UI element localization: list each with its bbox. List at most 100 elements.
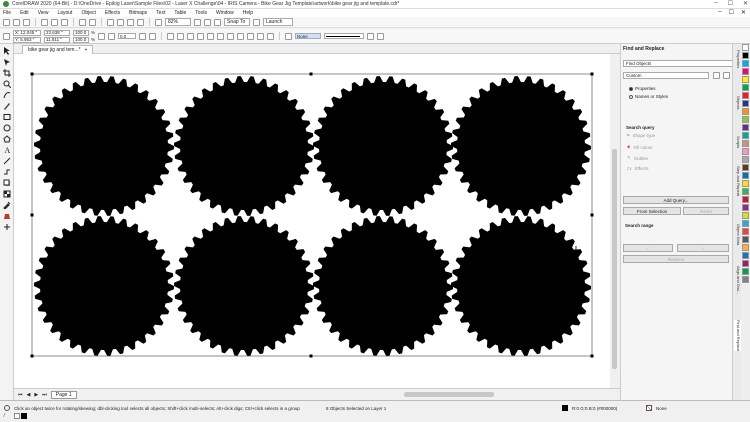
export-icon[interactable] — [127, 18, 134, 26]
gear-shape[interactable] — [313, 76, 453, 216]
align-distribute-icon[interactable] — [267, 32, 275, 40]
open-icon[interactable] — [13, 18, 20, 26]
menu-text[interactable]: Text — [156, 10, 165, 16]
ungroup-icon[interactable] — [177, 32, 185, 40]
back-minus-front-icon[interactable] — [247, 32, 255, 40]
mirror-horizontal-icon[interactable] — [139, 32, 147, 40]
color-swatch[interactable] — [742, 276, 749, 283]
snap-to-menu[interactable]: Snap To — [224, 18, 250, 26]
horizontal-scroll-thumb[interactable] — [404, 392, 494, 397]
query-item-shape[interactable]: ⌗ Shape type — [627, 133, 655, 138]
menu-table[interactable]: Table — [174, 10, 186, 16]
group-icon[interactable] — [167, 32, 175, 40]
selection-handle[interactable] — [30, 213, 34, 217]
color-swatch[interactable] — [742, 164, 749, 171]
color-swatch[interactable] — [742, 68, 749, 75]
find-mode-dropdown[interactable]: Find Objects — [623, 60, 733, 67]
show-rulers-icon[interactable] — [194, 18, 201, 26]
first-page-icon[interactable]: ⏮ — [18, 392, 23, 398]
color-swatch[interactable] — [742, 268, 749, 275]
crop-tool-icon[interactable] — [2, 69, 11, 77]
document-palette-black[interactable] — [21, 413, 27, 419]
color-swatch[interactable] — [742, 172, 749, 179]
color-swatch[interactable] — [742, 100, 749, 107]
search-content-icon[interactable] — [107, 18, 114, 26]
cut-icon[interactable] — [41, 18, 48, 26]
color-swatch[interactable] — [742, 236, 749, 243]
smart-fill-icon[interactable] — [3, 223, 11, 231]
drop-shadow-icon[interactable] — [3, 179, 11, 187]
side-tab-properties[interactable]: Properties — [734, 50, 741, 68]
ungroup-all-icon[interactable] — [187, 32, 195, 40]
artistic-media-icon[interactable] — [3, 102, 11, 110]
new-document-icon[interactable] — [3, 18, 10, 26]
color-swatch[interactable] — [742, 132, 749, 139]
menu-object[interactable]: Object — [81, 10, 95, 16]
x-position-field[interactable]: X: 12.045 " — [13, 29, 41, 36]
menu-help[interactable]: Help — [243, 10, 253, 16]
menu-view[interactable]: View — [38, 10, 49, 16]
gear-shape[interactable] — [34, 216, 174, 356]
vertical-scroll-thumb[interactable] — [612, 149, 617, 369]
gear-shape[interactable] — [313, 216, 453, 356]
eyedropper-icon[interactable]: ⁄ — [4, 413, 10, 419]
menu-bitmaps[interactable]: Bitmaps — [129, 10, 147, 16]
selection-handle[interactable] — [590, 72, 594, 76]
color-swatch[interactable] — [742, 220, 749, 227]
y-position-field[interactable]: Y: 5.953 " — [13, 36, 41, 43]
document-palette-white[interactable] — [14, 413, 20, 419]
preset-dropdown[interactable]: Custom — [623, 72, 709, 79]
color-swatch[interactable] — [742, 196, 749, 203]
query-item-outline[interactable]: ✎ Outline — [627, 155, 648, 161]
pick-tool-icon[interactable] — [3, 47, 11, 55]
open-query-icon[interactable] — [713, 72, 720, 79]
gear-shape[interactable] — [34, 76, 174, 216]
redo-icon[interactable] — [89, 18, 96, 26]
selection-handle[interactable] — [309, 354, 313, 358]
color-swatch[interactable] — [742, 60, 749, 67]
color-swatch[interactable] — [742, 124, 749, 131]
width-field[interactable]: 23.638 " — [44, 29, 70, 36]
eyedropper-icon[interactable] — [2, 201, 11, 210]
fill-color-readout[interactable]: R:0 G:0 B:0 (#000000) — [572, 406, 617, 411]
color-swatch[interactable] — [742, 212, 749, 219]
side-tab-step-repeat[interactable]: Step and Repeat — [734, 166, 741, 196]
gear-shape[interactable] — [174, 76, 314, 216]
add-document-icon[interactable]: + — [85, 47, 88, 53]
menu-effects[interactable]: Effects — [105, 10, 120, 16]
scale-y-field[interactable]: 100.0 — [73, 36, 89, 43]
radio-properties[interactable]: Properties — [629, 86, 656, 91]
color-swatch[interactable] — [742, 116, 749, 123]
save-icon[interactable] — [23, 18, 30, 26]
outline-readout[interactable]: None — [656, 406, 667, 411]
menu-window[interactable]: Window — [216, 10, 234, 16]
shape-tool-icon[interactable] — [3, 58, 11, 66]
gear-shape[interactable] — [451, 76, 591, 216]
connector-icon[interactable] — [3, 168, 11, 176]
color-swatch[interactable] — [742, 92, 749, 99]
color-swatch[interactable] — [742, 108, 749, 115]
show-grid-icon[interactable] — [204, 18, 211, 26]
gear-shape[interactable] — [451, 216, 591, 356]
freehand-tool-icon[interactable] — [3, 91, 11, 99]
front-minus-back-icon[interactable] — [237, 32, 245, 40]
paste-icon[interactable] — [61, 18, 68, 26]
undo-icon[interactable] — [79, 18, 86, 26]
height-field[interactable]: 11.811 " — [44, 36, 70, 43]
query-item-fill[interactable]: ◈ Fill colour — [627, 144, 653, 150]
next-page-icon[interactable]: ▶ — [34, 392, 38, 398]
find-next-button[interactable]: › — [677, 244, 729, 252]
query-item-effects[interactable]: ƒx Effects — [627, 166, 648, 171]
transparency-icon[interactable] — [3, 190, 11, 198]
menu-layout[interactable]: Layout — [57, 10, 72, 16]
document-tab[interactable]: bike gear jig and tem...* + — [22, 45, 94, 54]
options-icon[interactable] — [253, 18, 260, 26]
simplify-icon[interactable] — [227, 32, 235, 40]
color-swatch[interactable] — [742, 84, 749, 91]
zoom-tool-icon[interactable] — [3, 80, 11, 89]
menu-edit[interactable]: Edit — [20, 10, 29, 16]
side-tab-object-data[interactable]: Object Data — [734, 224, 741, 245]
reset-button[interactable]: Reset — [683, 207, 729, 215]
intersect-icon[interactable] — [217, 32, 225, 40]
create-boundary-icon[interactable] — [257, 32, 265, 40]
